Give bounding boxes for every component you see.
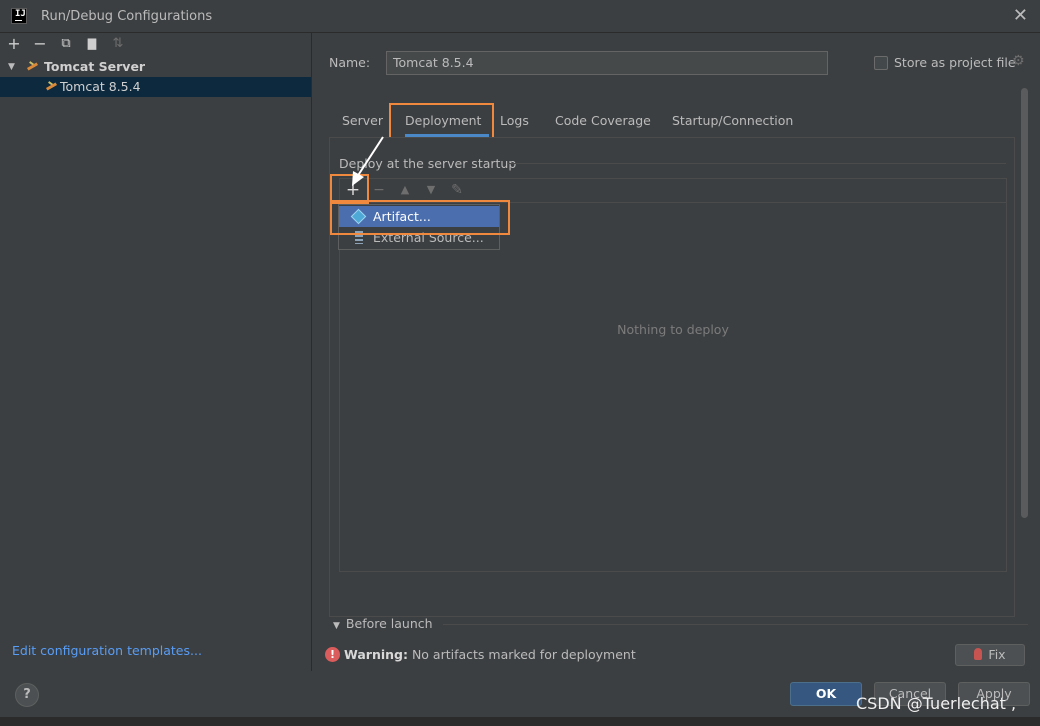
- run-debug-dialog: IJ Run/Debug Configurations ✕ + − ⧉ ▇ ⇅ …: [0, 0, 1040, 726]
- before-launch-label: Before launch: [345, 616, 433, 631]
- window-title: Run/Debug Configurations: [41, 9, 213, 24]
- move-down-icon: ▼: [426, 183, 436, 196]
- sidebar-toolbar: + − ⧉ ▇ ⇅: [0, 33, 312, 55]
- tree-node-tomcat-server[interactable]: ▼ Tomcat Server: [0, 57, 311, 77]
- move-up-icon: ▲: [400, 183, 410, 196]
- error-icon: !: [325, 647, 340, 662]
- configuration-form: Name: Tomcat 8.5.4 Store as project file…: [313, 33, 1040, 671]
- folder-icon[interactable]: ▇: [83, 35, 101, 53]
- remove-configuration-icon[interactable]: −: [31, 35, 49, 53]
- empty-list-message: Nothing to deploy: [617, 322, 729, 337]
- bulb-icon: [974, 648, 983, 660]
- gear-icon[interactable]: ⚙: [1012, 53, 1025, 69]
- warning-message: Warning: No artifacts marked for deploym…: [344, 647, 636, 662]
- warning-text: No artifacts marked for deployment: [407, 647, 636, 662]
- copy-configuration-icon[interactable]: ⧉: [57, 35, 75, 53]
- deploy-section-label: Deploy at the server startup: [339, 156, 517, 171]
- before-launch-toggle[interactable]: ▼ Before launch: [333, 616, 433, 631]
- tree-node-label: Tomcat 8.5.4: [60, 79, 141, 94]
- close-icon[interactable]: ✕: [1013, 6, 1028, 26]
- expand-arrow-icon[interactable]: ▼: [8, 57, 15, 77]
- ok-button[interactable]: OK: [790, 682, 862, 706]
- name-field[interactable]: Tomcat 8.5.4: [386, 51, 828, 75]
- configuration-tree: ▼ Tomcat Server Tomcat 8.5.4: [0, 57, 311, 97]
- vertical-scrollbar[interactable]: [1021, 88, 1028, 518]
- tomcat-icon: [45, 81, 58, 93]
- add-configuration-icon[interactable]: +: [5, 35, 23, 53]
- remove-icon: −: [373, 182, 385, 198]
- configurations-sidebar: + − ⧉ ▇ ⇅ ▼ Tomcat Server Tomcat 8.5.4 E…: [0, 33, 312, 671]
- edit-icon: ✎: [451, 182, 463, 198]
- name-label: Name:: [329, 55, 371, 70]
- tab-logs[interactable]: Logs: [500, 107, 529, 137]
- background-strip: [0, 717, 1040, 726]
- tomcat-icon: [26, 61, 39, 73]
- help-button[interactable]: ?: [15, 683, 39, 707]
- tab-server[interactable]: Server: [342, 107, 383, 137]
- tree-node-tomcat-854[interactable]: Tomcat 8.5.4: [0, 77, 311, 97]
- title-bar: IJ Run/Debug Configurations ✕: [0, 0, 1040, 33]
- watermark: CSDN @Tuerlechat ,: [856, 694, 1017, 713]
- tab-code-coverage[interactable]: Code Coverage: [555, 107, 651, 137]
- section-divider: [508, 163, 1006, 164]
- intellij-app-icon: IJ: [11, 8, 27, 24]
- tree-node-label: Tomcat Server: [44, 59, 146, 74]
- warning-prefix: Warning:: [344, 647, 408, 662]
- collapse-arrow-icon: ▼: [333, 621, 340, 631]
- artifact-highlight: [330, 200, 510, 235]
- store-as-project-file-label[interactable]: Store as project file: [894, 55, 1016, 70]
- store-as-project-file-checkbox[interactable]: [874, 56, 888, 70]
- fix-button[interactable]: Fix: [955, 644, 1025, 666]
- fix-label: Fix: [988, 647, 1006, 662]
- edit-configuration-templates-link[interactable]: Edit configuration templates...: [12, 643, 202, 658]
- sort-icon[interactable]: ⇅: [109, 35, 127, 53]
- tab-startup-connection[interactable]: Startup/Connection: [672, 107, 793, 137]
- before-launch-divider: [443, 624, 1028, 625]
